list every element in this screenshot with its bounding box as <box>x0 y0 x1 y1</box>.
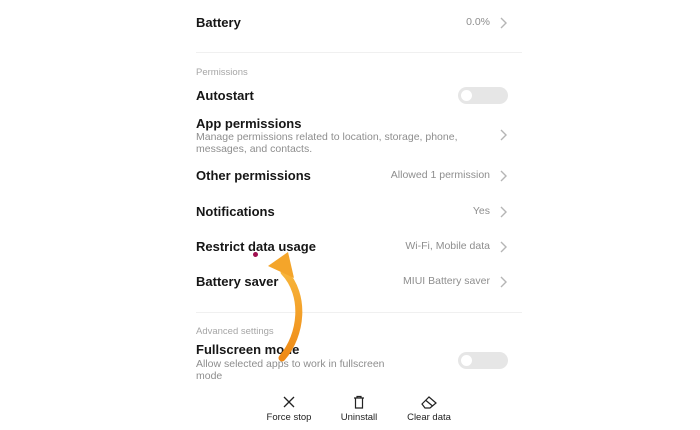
chevron-right-icon <box>500 206 507 218</box>
other-permissions-value: Allowed 1 permission <box>390 169 490 181</box>
clear-data-button[interactable]: Clear data <box>394 394 464 423</box>
bottom-action-bar: Force stop Uninstall Clear data <box>176 386 532 430</box>
uninstall-button[interactable]: Uninstall <box>324 394 394 423</box>
chevron-right-icon <box>500 129 507 141</box>
notifications-value: Yes <box>472 205 490 217</box>
app-info-screen: Battery 0.0% Permissions Autostart App p… <box>176 0 532 430</box>
autostart-label: Autostart <box>196 88 254 103</box>
other-permissions-row[interactable]: Other permissions Allowed 1 permission <box>196 166 520 186</box>
toggle-knob <box>461 90 472 101</box>
restrict-data-usage-value: Wi-Fi, Mobile data <box>405 240 490 252</box>
fullscreen-mode-row[interactable]: Fullscreen mode Allow selected apps to w… <box>196 342 520 382</box>
toggle-knob <box>461 355 472 366</box>
chevron-right-icon <box>500 241 507 253</box>
divider <box>196 312 522 313</box>
annotation-dot <box>253 252 258 257</box>
notifications-label: Notifications <box>196 204 275 219</box>
battery-saver-value: MIUI Battery saver <box>403 275 490 287</box>
battery-saver-row[interactable]: Battery saver MIUI Battery saver <box>196 272 520 292</box>
restrict-data-usage-row[interactable]: Restrict data usage Wi-Fi, Mobile data <box>196 237 520 257</box>
fullscreen-mode-toggle[interactable] <box>458 352 508 369</box>
uninstall-label: Uninstall <box>340 412 378 423</box>
chevron-right-icon <box>500 17 507 29</box>
eraser-icon <box>421 396 437 409</box>
chevron-right-icon <box>500 170 507 182</box>
chevron-right-icon <box>500 276 507 288</box>
battery-row[interactable]: Battery 0.0% <box>196 12 520 34</box>
other-permissions-label: Other permissions <box>196 168 311 183</box>
annotation-arrow-icon <box>268 252 303 362</box>
section-header-permissions: Permissions <box>196 67 248 78</box>
force-stop-label: Force stop <box>266 412 312 423</box>
autostart-row[interactable]: Autostart <box>196 86 520 106</box>
notifications-row[interactable]: Notifications Yes <box>196 202 520 222</box>
fullscreen-mode-description: Allow selected apps to work in fullscree… <box>196 358 385 382</box>
force-stop-button[interactable]: Force stop <box>254 394 324 423</box>
autostart-toggle[interactable] <box>458 87 508 104</box>
close-icon <box>283 396 295 408</box>
battery-label: Battery <box>196 15 241 30</box>
app-permissions-label: App permissions <box>196 116 302 131</box>
app-permissions-row[interactable]: App permissions Manage permissions relat… <box>196 116 520 156</box>
trash-icon <box>354 395 364 409</box>
battery-value: 0.0% <box>466 16 490 28</box>
clear-data-label: Clear data <box>407 412 451 423</box>
divider <box>196 52 522 53</box>
app-permissions-description: Manage permissions related to location, … <box>196 131 458 155</box>
